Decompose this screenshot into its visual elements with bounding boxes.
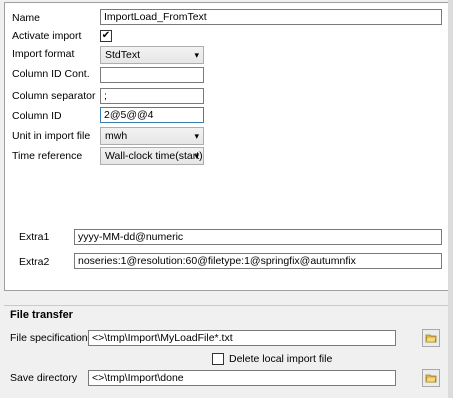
name-label: Name (12, 12, 41, 24)
import-format-select[interactable]: StdText ▾ (100, 46, 204, 64)
import-format-value: StdText (105, 49, 141, 61)
extra2-input[interactable]: noseries:1@resolution:60@filetype:1@spri… (74, 253, 442, 269)
column-id-label: Column ID (12, 110, 62, 122)
folder-icon (425, 374, 437, 383)
save-directory-label: Save directory (10, 372, 78, 384)
delete-local-import-label: Delete local import file (229, 353, 333, 365)
extra1-label: Extra1 (19, 231, 50, 243)
column-id-cont-input[interactable] (100, 67, 204, 83)
import-format-label: Import format (12, 48, 75, 60)
name-input[interactable]: ImportLoad_FromText (100, 9, 442, 25)
column-separator-label: Column separator (12, 90, 96, 102)
time-reference-select[interactable]: Wall-clock time(start) ▾ (100, 147, 204, 165)
column-id-cont-label: Column ID Cont. (12, 68, 90, 80)
time-reference-value: Wall-clock time(start) (105, 150, 203, 162)
folder-icon (425, 334, 437, 343)
save-directory-input[interactable]: <>\tmp\Import\done (88, 370, 396, 386)
file-specification-input[interactable]: <>\tmp\Import\MyLoadFile*.txt (88, 330, 396, 346)
vertical-scrollbar[interactable] (448, 0, 453, 398)
extra1-input[interactable]: yyyy-MM-dd@numeric (74, 229, 442, 245)
time-reference-label: Time reference (12, 150, 83, 162)
chevron-down-icon: ▾ (194, 131, 199, 141)
activate-import-checkbox[interactable]: ✔ (100, 30, 112, 42)
column-separator-input[interactable]: ; (100, 88, 204, 104)
column-id-input[interactable]: 2@5@@4 (100, 107, 204, 123)
extra2-label: Extra2 (19, 256, 50, 268)
chevron-down-icon: ▾ (194, 50, 199, 60)
file-specification-label: File specification (10, 332, 88, 344)
browse-directory-button[interactable] (422, 369, 440, 387)
unit-select[interactable]: mwh ▾ (100, 127, 204, 145)
file-transfer-title: File transfer (10, 309, 73, 321)
unit-label: Unit in import file (12, 130, 91, 142)
chevron-down-icon: ▾ (194, 151, 199, 161)
browse-file-button[interactable] (422, 329, 440, 347)
activate-import-label: Activate import (12, 30, 82, 42)
unit-value: mwh (105, 130, 128, 142)
delete-local-import-checkbox[interactable] (212, 353, 224, 365)
